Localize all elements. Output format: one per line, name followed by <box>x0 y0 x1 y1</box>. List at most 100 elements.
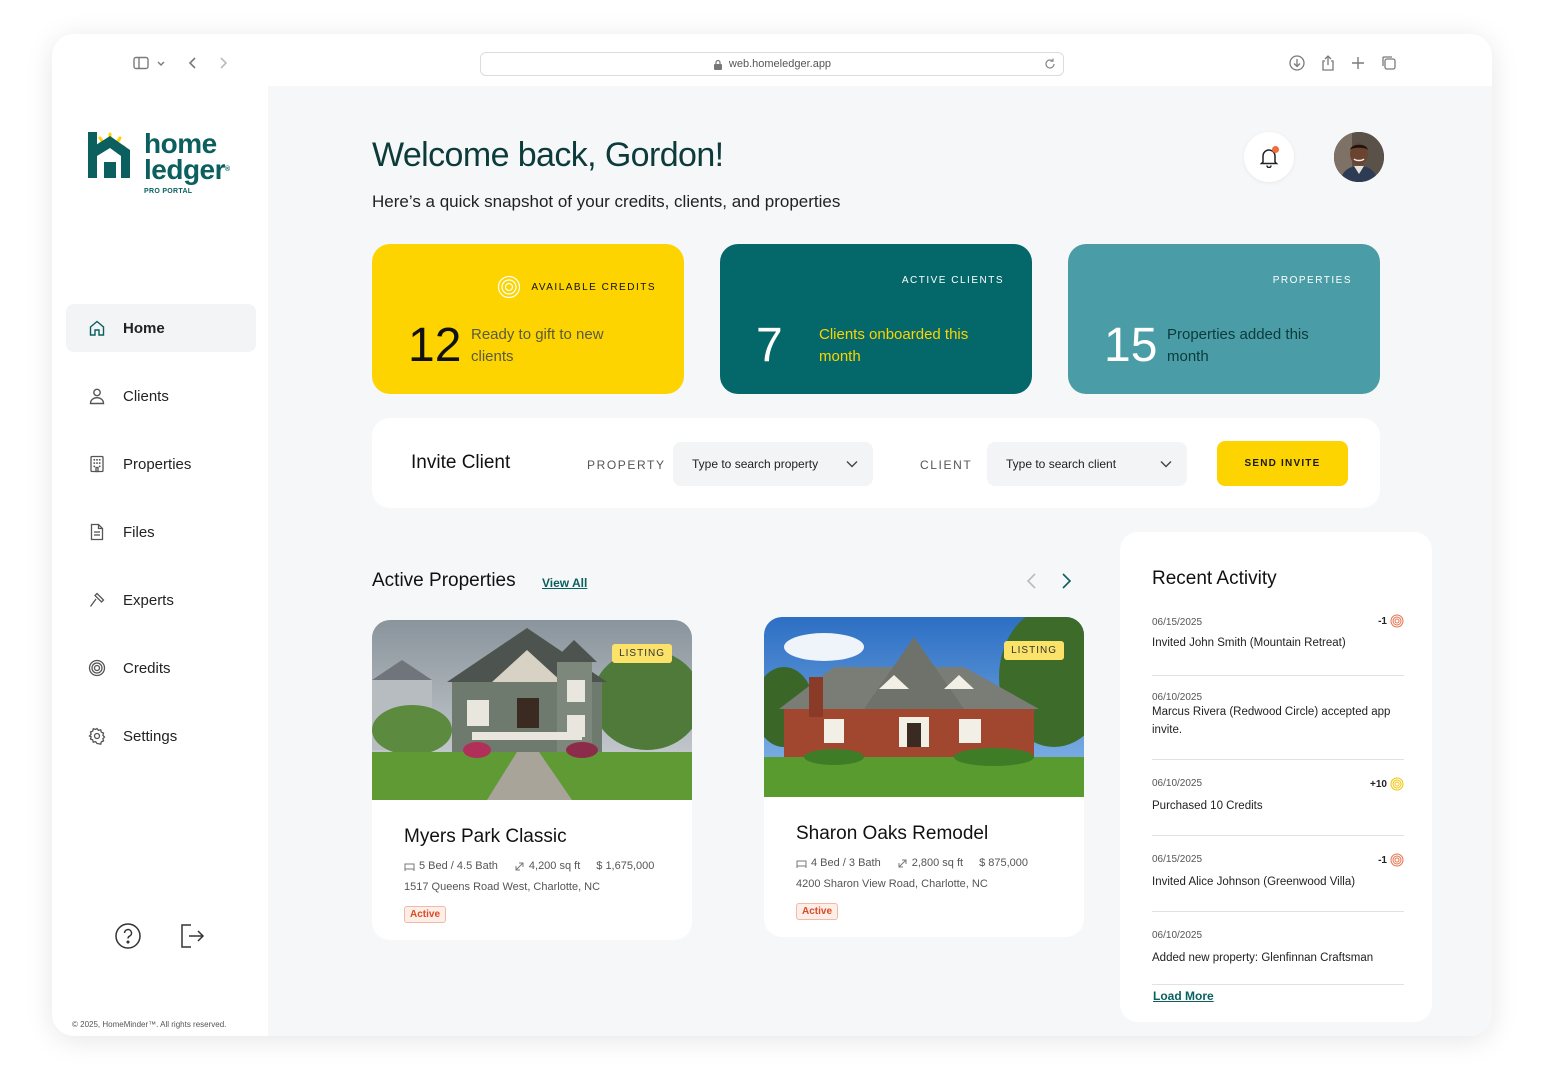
sidebar-item-label: Experts <box>123 591 174 609</box>
activity-item: 06/15/2025 Invited John Smith (Mountain … <box>1152 608 1404 676</box>
area-icon <box>898 859 907 867</box>
activity-text: Invited John Smith (Mountain Retreat) <box>1152 637 1346 649</box>
credit-change: -1 <box>1378 614 1404 628</box>
property-placeholder: Type to search property <box>692 457 819 471</box>
activity-date: 06/10/2025 <box>1152 778 1203 789</box>
activity-item: 06/10/2025 Added new property: Glenfinna… <box>1152 912 1404 985</box>
view-all-link[interactable]: View All <box>542 576 587 590</box>
property-meta: 5 Bed / 4.5 Bath 4,200 sq ft $ 1,675,000 <box>404 860 654 872</box>
load-more-link[interactable]: Load More <box>1153 989 1214 1003</box>
property-name: Sharon Oaks Remodel <box>796 823 989 844</box>
logo-house-icon <box>88 132 130 178</box>
activity-list: 06/15/2025 Invited John Smith (Mountain … <box>1152 608 1404 985</box>
download-icon[interactable] <box>1288 54 1306 72</box>
available-credits-card[interactable]: AVAILABLE CREDITS 12 Ready to gift to ne… <box>372 244 684 394</box>
send-invite-button[interactable]: SEND INVITE <box>1217 441 1348 486</box>
status-badge: Active <box>796 903 839 920</box>
sidebar-item-home[interactable]: Home <box>66 304 256 352</box>
page-subtitle: Here’s a quick snapshot of your credits,… <box>372 192 841 211</box>
carousel-next-icon[interactable] <box>1056 571 1076 591</box>
activity-text: Marcus Rivera (Redwood Circle) accepted … <box>1152 706 1391 736</box>
forward-icon[interactable] <box>214 54 232 72</box>
home-ledger-logo[interactable]: home ledger® PRO PORTAL <box>86 130 246 200</box>
copyright-text: © 2025, HomeMinder™. All rights reserved… <box>72 1020 227 1029</box>
carousel-prev-icon[interactable] <box>1022 571 1042 591</box>
notifications-button[interactable] <box>1244 132 1294 182</box>
browser-toolbar: web.homeledger.app <box>52 34 1492 86</box>
credit-change: +10 <box>1370 777 1404 791</box>
sidebar-item-experts[interactable]: Experts <box>66 576 256 624</box>
property-label: PROPERTY <box>587 458 666 472</box>
home-icon <box>89 320 105 336</box>
activity-date: 06/15/2025 <box>1152 854 1203 865</box>
stat-label: AVAILABLE CREDITS <box>497 275 656 299</box>
notification-dot <box>1272 146 1279 153</box>
activity-item: 06/10/2025 Marcus Rivera (Redwood Circle… <box>1152 676 1404 760</box>
properties-card[interactable]: PROPERTIES 15 Properties added this mont… <box>1068 244 1380 394</box>
property-card[interactable]: LISTING Sharon Oaks Remodel 4 Bed / 3 Ba… <box>764 617 1084 937</box>
sidebar-item-files[interactable]: Files <box>66 508 256 556</box>
stat-value: 7 <box>756 319 783 372</box>
stat-description: Ready to gift to new clients <box>471 326 604 365</box>
activity-date: 06/10/2025 <box>1152 692 1203 703</box>
logo-word-ledger: ledger® <box>144 154 230 185</box>
coin-icon <box>1390 853 1404 867</box>
page-title: Welcome back, Gordon! <box>372 136 724 174</box>
sidebar-item-label: Settings <box>123 727 178 745</box>
user-icon <box>89 388 105 405</box>
stat-label: ACTIVE CLIENTS <box>901 275 1004 286</box>
chevron-down-icon <box>846 461 858 468</box>
gear-icon <box>88 727 106 745</box>
area-icon <box>515 862 524 870</box>
chevron-down-icon <box>1160 461 1172 468</box>
url-text: web.homeledger.app <box>728 58 832 70</box>
activity-date: 06/10/2025 <box>1152 930 1203 941</box>
bed-icon <box>796 860 807 868</box>
lock-icon <box>713 59 722 70</box>
share-icon[interactable] <box>1319 54 1337 72</box>
activity-text: Added new property: Glenfinnan Craftsman <box>1152 952 1374 964</box>
sidebar-item-credits[interactable]: Credits <box>66 644 256 692</box>
coin-icon <box>1390 777 1404 791</box>
avatar-image <box>1334 132 1384 182</box>
sidebar-toggle-icon[interactable] <box>132 54 150 72</box>
sidebar-item-clients[interactable]: Clients <box>66 372 256 420</box>
invite-client-panel: Invite Client PROPERTY Type to search pr… <box>372 418 1380 508</box>
property-meta: 4 Bed / 3 Bath 2,800 sq ft $ 875,000 <box>796 857 1028 869</box>
back-icon[interactable] <box>184 54 202 72</box>
listing-tag: LISTING <box>612 644 672 663</box>
activity-item: 06/15/2025 Invited Alice Johnson (Greenw… <box>1152 836 1404 912</box>
invite-title: Invite Client <box>411 452 511 473</box>
help-icon[interactable] <box>114 922 142 950</box>
new-tab-icon[interactable] <box>1349 54 1367 72</box>
active-clients-card[interactable]: ACTIVE CLIENTS 7 Clients onboarded this … <box>720 244 1032 394</box>
property-card[interactable]: LISTING Myers Park Classic 5 Bed / 4.5 B… <box>372 620 692 940</box>
coin-icon <box>88 659 106 677</box>
stat-value: 12 <box>408 319 462 372</box>
activity-item: 06/10/2025 Purchased 10 Credits +10 <box>1152 760 1404 836</box>
bed-icon <box>404 863 415 871</box>
client-select[interactable]: Type to search client <box>987 442 1187 486</box>
credit-change: -1 <box>1378 853 1404 867</box>
refresh-icon[interactable] <box>1043 57 1057 71</box>
sidebar-item-settings[interactable]: Settings <box>66 712 256 760</box>
property-address: 1517 Queens Road West, Charlotte, NC <box>404 881 601 893</box>
sidebar-item-label: Files <box>123 523 155 541</box>
stat-description: Clients onboarded this month <box>819 326 969 365</box>
logout-icon[interactable] <box>178 922 206 950</box>
building-icon <box>90 455 104 473</box>
coin-icon <box>1390 614 1404 628</box>
property-name: Myers Park Classic <box>404 826 567 847</box>
property-address: 4200 Sharon View Road, Charlotte, NC <box>796 878 988 890</box>
file-icon <box>90 523 104 541</box>
listing-tag: LISTING <box>1004 641 1064 660</box>
address-bar[interactable]: web.homeledger.app <box>480 52 1064 76</box>
client-placeholder: Type to search client <box>1006 457 1117 471</box>
user-avatar[interactable] <box>1334 132 1384 182</box>
coin-icon <box>498 275 521 299</box>
property-select[interactable]: Type to search property <box>673 442 873 486</box>
sidebar-item-properties[interactable]: Properties <box>66 440 256 488</box>
sidebar-nav: Home Clients Properties Files Experts Cr… <box>66 304 256 780</box>
chevron-down-icon[interactable] <box>156 54 166 72</box>
tabs-overview-icon[interactable] <box>1380 54 1398 72</box>
